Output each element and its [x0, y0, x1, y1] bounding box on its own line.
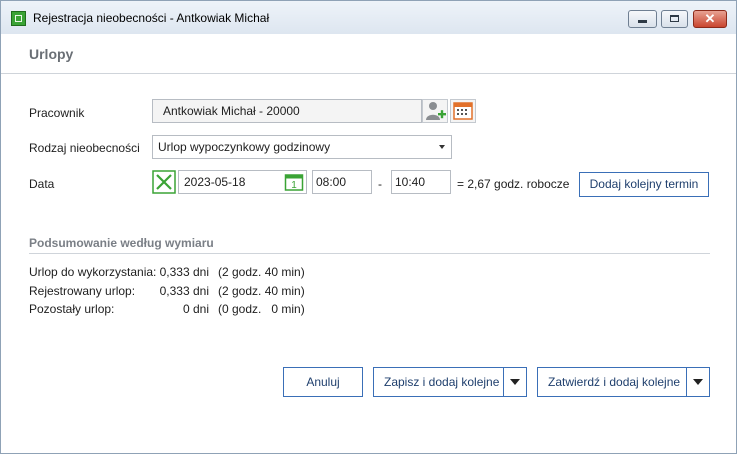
- close-icon: ✕: [704, 11, 716, 26]
- duration-text: = 2,67 godz. robocze: [457, 177, 570, 191]
- summary-row: Pozostały urlop: 0 dni (0 godz. 0 min): [29, 302, 329, 318]
- summary-label: Urlop do wykorzystania:: [29, 265, 157, 279]
- clear-x-icon: [152, 170, 176, 194]
- maximize-icon: [670, 15, 679, 22]
- close-button[interactable]: ✕: [693, 10, 727, 28]
- cancel-button[interactable]: Anuluj: [283, 367, 363, 397]
- summary-days: 0 dni: [182, 302, 209, 316]
- save-add-button[interactable]: Zapisz i dodaj kolejne: [384, 368, 499, 396]
- date-picker-button[interactable]: 1: [284, 173, 304, 191]
- header-divider: [1, 73, 736, 74]
- calendar-button[interactable]: [450, 99, 476, 123]
- save-add-dropdown[interactable]: [503, 368, 526, 396]
- maximize-button[interactable]: [661, 10, 688, 28]
- caret-down-icon: [693, 379, 703, 385]
- summary-days: 0,333 dni: [159, 284, 209, 298]
- page-title: Urlopy: [29, 46, 74, 62]
- summary-hours: (2 godz. 40 min): [218, 265, 305, 279]
- summary-label: Rejestrowany urlop:: [29, 284, 136, 298]
- date-input[interactable]: 2023-05-18 1: [178, 170, 307, 194]
- absence-type-select[interactable]: Urlop wypoczynkowy godzinowy: [152, 135, 452, 159]
- calendar-day-icon: 1: [284, 174, 304, 191]
- add-person-icon: [426, 102, 446, 120]
- summary-row: Urlop do wykorzystania: 0,333 dni (2 god…: [29, 265, 329, 281]
- time-from-input[interactable]: 08:00: [312, 170, 372, 194]
- date-label: Data: [29, 177, 55, 191]
- caret-down-icon: [510, 379, 520, 385]
- calendar-day-number: 1: [291, 180, 297, 191]
- summary-hours: (2 godz. 40 min): [218, 284, 305, 298]
- summary-label: Pozostały urlop:: [29, 302, 115, 316]
- employee-label: Pracownik: [29, 106, 85, 120]
- add-term-button[interactable]: Dodaj kolejny termin: [579, 172, 709, 197]
- save-add-split-button[interactable]: Zapisz i dodaj kolejne: [373, 367, 527, 397]
- app-icon: [11, 11, 26, 26]
- summary-hours: (0 godz. 0 min): [218, 302, 305, 316]
- dialog-window: Rejestracja nieobecności - Antkowiak Mic…: [0, 0, 737, 454]
- clear-date-button[interactable]: [152, 170, 176, 194]
- calendar-icon: [453, 102, 473, 120]
- summary-divider: [29, 253, 710, 254]
- chevron-down-icon: [439, 145, 445, 149]
- add-person-button[interactable]: [422, 99, 448, 123]
- time-to-input[interactable]: 10:40: [391, 170, 451, 194]
- absence-type-label: Rodzaj nieobecności: [29, 141, 140, 155]
- window-title: Rejestracja nieobecności - Antkowiak Mic…: [33, 11, 270, 25]
- date-value: 2023-05-18: [184, 175, 246, 189]
- employee-field[interactable]: Antkowiak Michał - 20000: [152, 99, 422, 123]
- summary-title: Podsumowanie według wymiaru: [29, 236, 214, 250]
- confirm-add-dropdown[interactable]: [686, 368, 709, 396]
- confirm-add-split-button[interactable]: Zatwierdź i dodaj kolejne: [537, 367, 710, 397]
- absence-type-value: Urlop wypoczynkowy godzinowy: [158, 140, 331, 154]
- title-bar[interactable]: Rejestracja nieobecności - Antkowiak Mic…: [1, 1, 736, 34]
- summary-days: 0,333 dni: [159, 265, 209, 279]
- minimize-button[interactable]: [628, 10, 657, 28]
- confirm-add-button[interactable]: Zatwierdź i dodaj kolejne: [548, 368, 680, 396]
- time-separator: -: [378, 177, 382, 191]
- summary-row: Rejestrowany urlop: 0,333 dni (2 godz. 4…: [29, 284, 329, 300]
- minimize-icon: [638, 20, 647, 23]
